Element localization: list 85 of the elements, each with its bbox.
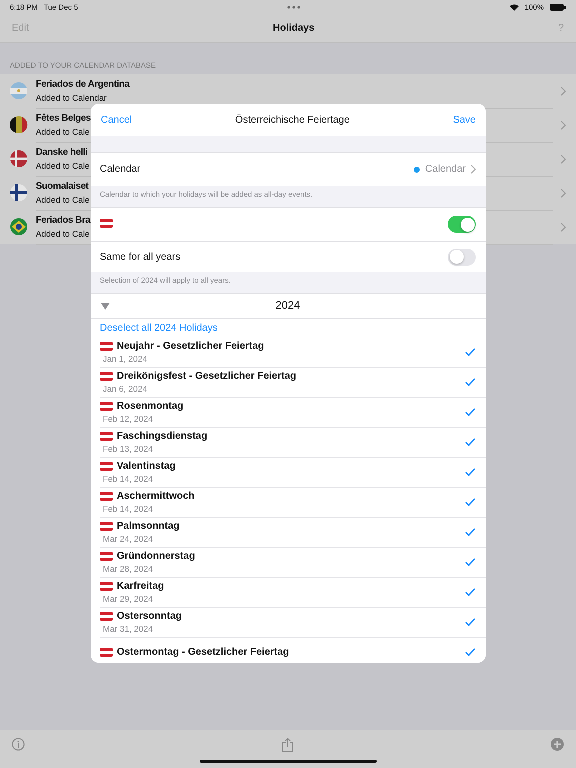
calendar-title: Fêtes Belges bbox=[36, 112, 92, 124]
calendar-dot bbox=[414, 166, 420, 172]
holiday-date: Jan 1, 2024 bbox=[102, 354, 148, 364]
flag-icon bbox=[100, 218, 113, 228]
holiday-date: Mar 28, 2024 bbox=[102, 564, 154, 574]
holiday-date: Feb 13, 2024 bbox=[102, 444, 154, 454]
add-icon[interactable] bbox=[551, 738, 564, 751]
flag-icon bbox=[100, 522, 113, 531]
checkmark-icon[interactable] bbox=[465, 498, 476, 507]
checkmark-icon[interactable] bbox=[465, 558, 476, 567]
year-label: 2024 bbox=[274, 300, 302, 312]
flag-icon bbox=[100, 432, 113, 441]
holiday-name: Karfreitag bbox=[117, 581, 164, 592]
save-button[interactable]: Save bbox=[453, 114, 476, 126]
holiday-name: Gründonnerstag bbox=[117, 551, 196, 562]
calendar-title: Suomalaiset bbox=[36, 180, 89, 192]
nav-title: Holidays bbox=[272, 22, 316, 34]
wifi-icon bbox=[510, 4, 519, 10]
toggle-switch[interactable] bbox=[448, 248, 476, 266]
checkmark-icon[interactable] bbox=[465, 408, 476, 417]
checkmark-icon[interactable] bbox=[465, 588, 476, 597]
holiday-name: Rosenmontag bbox=[117, 401, 184, 412]
checkmark-icon[interactable] bbox=[465, 648, 476, 657]
holiday-name: Dreikönigsfest - Gesetzlicher Feiertag bbox=[117, 371, 297, 382]
cancel-button[interactable]: Cancel bbox=[101, 114, 132, 126]
checkmark-icon[interactable] bbox=[465, 468, 476, 477]
info-icon[interactable] bbox=[12, 738, 25, 751]
checkmark-icon[interactable] bbox=[465, 618, 476, 627]
flag-icon bbox=[10, 218, 28, 236]
chevron-icon bbox=[561, 154, 566, 164]
checkmark-icon[interactable] bbox=[465, 378, 476, 387]
flag-icon bbox=[10, 150, 28, 168]
calendar-subtitle: Added to Cale bbox=[36, 228, 90, 238]
flag-icon bbox=[100, 648, 113, 657]
holiday-date: Feb 12, 2024 bbox=[102, 414, 154, 424]
holiday-name: Aschermittwoch bbox=[117, 491, 195, 502]
checkmark-icon[interactable] bbox=[465, 528, 476, 537]
help-button[interactable]: ? bbox=[558, 22, 564, 34]
flag-icon bbox=[100, 342, 113, 351]
checkmark-icon[interactable] bbox=[465, 438, 476, 447]
calendar-subtitle: Added to Cale bbox=[36, 194, 90, 204]
holiday-date: Feb 14, 2024 bbox=[102, 474, 154, 484]
chevron-icon bbox=[471, 165, 476, 174]
disclosure-icon[interactable] bbox=[101, 302, 110, 310]
share-icon[interactable] bbox=[282, 738, 294, 752]
flag-icon bbox=[100, 492, 113, 501]
calendar-label: Calendar bbox=[100, 164, 142, 175]
flag-icon bbox=[10, 82, 28, 100]
calendar-subtitle: Added to Calendar bbox=[36, 92, 107, 102]
calendar-value[interactable]: Calendar bbox=[425, 164, 466, 175]
flag-icon bbox=[100, 582, 113, 591]
holiday-name: Ostermontag - Gesetzlicher Feiertag bbox=[117, 647, 290, 658]
chevron-icon bbox=[561, 222, 566, 232]
holiday-date: Mar 31, 2024 bbox=[102, 624, 154, 634]
flag-icon bbox=[10, 116, 28, 134]
holiday-date: Jan 6, 2024 bbox=[102, 384, 148, 394]
flag-icon bbox=[100, 612, 113, 621]
flag-icon bbox=[100, 552, 113, 561]
chevron-icon bbox=[561, 86, 566, 96]
flag-icon bbox=[100, 372, 113, 381]
flag-icon bbox=[100, 402, 113, 411]
deselect-all-link[interactable]: Deselect all 2024 Holidays bbox=[100, 323, 218, 334]
flag-icon bbox=[10, 184, 28, 202]
holiday-date: Mar 24, 2024 bbox=[102, 534, 154, 544]
calendar-subtitle: Added to Cale bbox=[36, 126, 90, 136]
toggle-label: Same for all years bbox=[100, 252, 182, 262]
calendar-title: Danske helli bbox=[36, 146, 88, 158]
calendar-title: Feriados Bra bbox=[36, 214, 90, 226]
flag-icon bbox=[100, 462, 113, 471]
chevron-icon bbox=[561, 120, 566, 130]
holiday-name: Faschingsdienstag bbox=[117, 431, 208, 442]
holiday-name: Valentinstag bbox=[117, 461, 176, 472]
holiday-date: Mar 29, 2024 bbox=[102, 594, 154, 604]
calendar-title: Feriados de Argentina bbox=[36, 78, 130, 90]
holiday-name: Palmsonntag bbox=[117, 521, 180, 532]
battery-icon bbox=[550, 4, 566, 10]
sheet-title: Österreichische Feiertage bbox=[234, 114, 351, 126]
calendar-subtitle: Added to Cale bbox=[36, 160, 90, 170]
more-icon bbox=[287, 6, 302, 8]
holiday-date: Feb 14, 2024 bbox=[102, 504, 154, 514]
chevron-icon bbox=[561, 188, 566, 198]
toggle-switch[interactable] bbox=[448, 216, 476, 233]
checkmark-icon[interactable] bbox=[465, 348, 476, 357]
holiday-name: Ostersonntag bbox=[117, 611, 182, 622]
holiday-name: Neujahr - Gesetzlicher Feiertag bbox=[117, 341, 264, 352]
